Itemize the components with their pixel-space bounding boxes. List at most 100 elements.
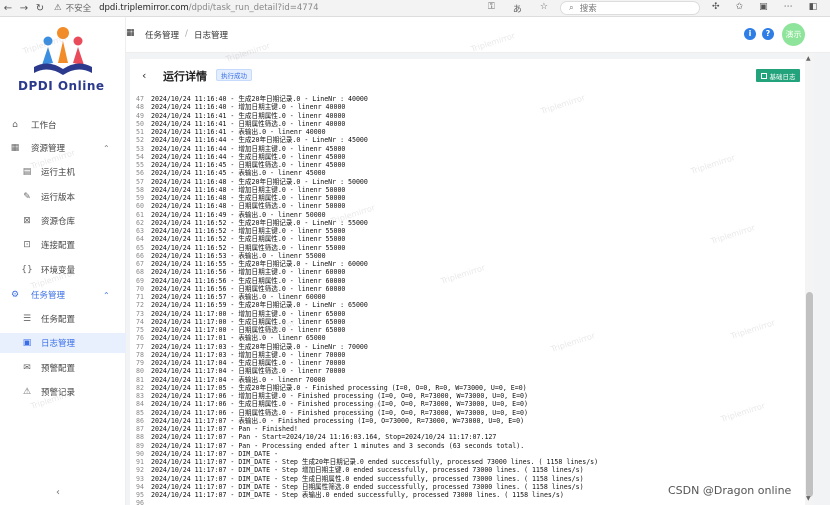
log-line-number: 49 [136,111,144,120]
log-line: 65 2024/10/24 11:16:52 - 日期属性筛选.0 - linen… [130,244,345,252]
sidebar-item-label: 环境变量 [41,266,76,276]
log-line: 75 2024/10/24 11:17:00 - 日期属性筛选.0 - linen… [130,326,345,334]
log-line: 69 2024/10/24 11:16:56 - 生成日期属性.0 - linen… [130,277,345,285]
back-arrow-icon[interactable]: ← [0,3,16,14]
log-line: 51 2024/10/24 11:16:41 - 表输出.0 - linenr 4… [130,128,326,136]
sidebar-toggle-icon[interactable]: ◧ [809,2,818,12]
collections-icon[interactable]: ▣ [759,2,768,12]
log-line-number: 50 [136,119,144,128]
extensions-icon[interactable]: ✣ [712,2,720,12]
browser-search[interactable]: ⌕ 搜索 [560,1,700,15]
status-badge: 执行成功 [216,69,252,81]
page-scrollbar[interactable]: ▲ ▼ [805,53,814,505]
log-line-number: 82 [136,383,144,392]
sidebar-item-env-vars[interactable]: {} 环境变量 [0,260,126,280]
log-line-number: 68 [136,268,144,277]
sidebar-item-hosts[interactable]: ▤ 运行主机 [0,162,126,182]
translate-icon[interactable]: あ [513,2,522,15]
sidebar-item-log-management[interactable]: ▣ 日志管理 [0,333,126,353]
log-line-text: 2024/10/24 11:17:06 - 日期属性筛选.0 - Finishe… [151,408,528,417]
log-line-text: 2024/10/24 11:16:48 - 生成20年日期记录.0 - Line… [151,177,368,186]
sidebar-item-label: 预警记录 [41,388,76,398]
log-line-text: 2024/10/24 11:16:52 - 生成20年日期记录.0 - Line… [151,218,368,227]
sidebar-item-versions[interactable]: ✎ 运行版本 [0,187,126,207]
log-line-number: 77 [136,342,144,351]
log-line: 89 2024/10/24 11:17:07 - Pan - Processing… [130,442,524,450]
log-line: 77 2024/10/24 11:17:03 - 生成20年日期记录.0 - Li… [130,343,368,351]
link-icon: ⊡ [23,240,31,250]
breadcrumb-task-management[interactable]: 任务管理 [145,29,179,41]
log-line-number: 80 [136,367,144,376]
forward-arrow-icon[interactable]: → [16,3,32,14]
log-line: 78 2024/10/24 11:17:03 - 增加日期主键.0 - linen… [130,351,345,359]
log-line-text: 2024/10/24 11:17:04 - 日期属性筛选.0 - linenr … [151,367,346,376]
log-line: 47 2024/10/24 11:16:40 - 生成20年日期记录.0 - Li… [130,95,368,103]
gear-icon: ⚙ [10,290,20,300]
log-line-text: 2024/10/24 11:16:52 - 日期属性筛选.0 - linenr … [151,243,346,252]
help-icon[interactable]: ? [762,28,774,40]
log-line: 83 2024/10/24 11:17:06 - 增加日期主键.0 - Finis… [130,392,528,400]
csdn-watermark: CSDN @Dragon online [666,484,794,497]
log-line-number: 89 [136,441,144,450]
log-line-text: 2024/10/24 11:16:57 - 表输出.0 - linenr 600… [151,293,326,301]
key-icon[interactable]: ⚿ [488,2,495,15]
log-line-number: 85 [136,408,144,417]
log-line-number: 56 [136,169,144,178]
log-line: 84 2024/10/24 11:17:06 - 生成日期属性.0 - Finis… [130,400,528,408]
sidebar-item-repository[interactable]: ⊠ 资源仓库 [0,211,126,231]
favorites-icon[interactable]: ✩ [736,2,744,12]
sidebar-item-alert-records[interactable]: ⚠ 预警记录 [0,382,126,402]
browser-toolbar: ← → ↻ ⚠ 不安全 dpdi.triplemirror.com/dpdi/t… [0,0,830,17]
log-output[interactable]: 47 2024/10/24 11:16:40 - 生成20年日期记录.0 - Li… [130,93,809,505]
home-icon: ⌂ [12,120,18,130]
sidebar-item-task-config[interactable]: ☰ 任务配置 [0,309,126,329]
log-line-text: 2024/10/24 11:17:06 - 增加日期主键.0 - Finishe… [151,392,528,400]
sidebar-item-alert-config[interactable]: ✉ 预警配置 [0,358,126,378]
sidebar-item-task-management[interactable]: ⚙ 任务管理 ⌃ [0,285,126,305]
mail-icon: ✉ [23,363,31,373]
sidebar-item-workbench[interactable]: ⌂ 工作台 [0,115,126,135]
log-line-text: 2024/10/24 11:17:01 - 表输出.0 - linenr 650… [151,334,326,343]
info-icon[interactable]: i [744,28,756,40]
run-detail-panel: ‹ 运行详情 执行成功 基础日志 47 2024/10/24 11:16:40 -… [130,59,809,505]
back-icon[interactable]: ‹ [142,69,146,82]
log-line-number: 55 [136,161,144,169]
log-line-text: 2024/10/24 11:17:07 - Pan - Start=2024/1… [151,433,497,442]
log-line-number: 58 [136,185,144,194]
address-bar[interactable]: ⚠ 不安全 dpdi.triplemirror.com/dpdi/task_ru… [54,1,554,15]
log-line: 58 2024/10/24 11:16:48 - 增加日期主键.0 - linen… [130,186,345,194]
menu-grid-icon[interactable]: ▦ [126,28,135,38]
log-line-number: 53 [136,144,144,153]
scroll-down-icon[interactable]: ▼ [806,495,811,502]
more-icon[interactable]: ⋯ [784,2,793,12]
log-line: 71 2024/10/24 11:16:57 - 表输出.0 - linenr 6… [130,293,326,301]
collapse-sidebar-icon[interactable]: ‹ [56,487,60,498]
log-line-text: 2024/10/24 11:17:00 - 增加日期主键.0 - linenr … [151,309,346,318]
log-line: 57 2024/10/24 11:16:48 - 生成20年日期记录.0 - Li… [130,178,368,186]
log-line: 73 2024/10/24 11:17:00 - 增加日期主键.0 - linen… [130,310,345,318]
alert-icon: ⚠ [22,387,32,397]
avatar[interactable]: 演示 [782,23,805,46]
log-line: 62 2024/10/24 11:16:52 - 生成20年日期记录.0 - Li… [130,219,368,227]
scrollbar-thumb[interactable] [806,292,813,497]
log-line: 56 2024/10/24 11:16:45 - 表输出.0 - linenr 4… [130,169,326,177]
log-line-number: 71 [136,293,144,301]
star-icon[interactable]: ☆ [540,2,548,15]
log-line-text: 2024/10/24 11:17:04 - 生成日期属性.0 - linenr … [151,359,346,367]
sidebar-item-resources[interactable]: ▦ 资源管理 ⌃ [0,138,126,158]
scroll-up-icon[interactable]: ▲ [806,55,811,62]
sidebar-item-connections[interactable]: ⊡ 连接配置 [0,235,126,255]
log-line-text: 2024/10/24 11:16:41 - 表输出.0 - linenr 400… [151,128,326,136]
log-line-number: 57 [136,177,144,186]
log-line-number: 78 [136,350,144,359]
reload-icon[interactable]: ↻ [32,3,48,14]
log-line: 90 2024/10/24 11:17:07 - DIM_DATE - [130,450,278,458]
log-line: 66 2024/10/24 11:16:53 - 表输出.0 - linenr 5… [130,252,326,260]
basic-log-button[interactable]: 基础日志 [756,69,800,82]
log-line-number: 92 [136,466,144,475]
log-line-number: 60 [136,202,144,211]
log-line-text: 2024/10/24 11:16:56 - 增加日期主键.0 - linenr … [151,268,346,277]
log-line: 70 2024/10/24 11:16:56 - 日期属性筛选.0 - linen… [130,285,345,293]
log-line: 54 2024/10/24 11:16:44 - 生成日期属性.0 - linen… [130,153,345,161]
basic-log-label: 基础日志 [769,72,796,81]
